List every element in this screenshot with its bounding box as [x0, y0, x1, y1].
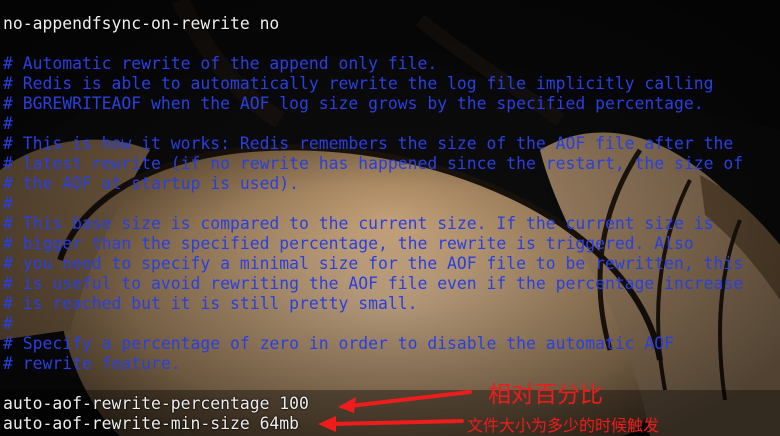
comment-line: # is reached but it is still pretty smal…: [3, 294, 418, 313]
comment-line: # the AOF at startup is used).: [3, 174, 300, 193]
comment-line: # BGREWRITEAOF when the AOF log size gro…: [3, 94, 704, 113]
comment-line: # This is how it works: Redis remembers …: [3, 134, 734, 153]
comment-line: # rewrite feature.: [3, 354, 181, 373]
comment-line: # Automatic rewrite of the append only f…: [3, 54, 438, 73]
comment-line: #: [3, 194, 13, 213]
comment-line: # This base size is compared to the curr…: [3, 214, 714, 233]
comment-line: # is useful to avoid rewriting the AOF f…: [3, 274, 744, 293]
terminal-output: no-appendfsync-on-rewrite no # Automatic …: [3, 14, 780, 434]
comment-line: # Redis is able to automatically rewrite…: [3, 74, 714, 93]
comment-line: # Specify a percentage of zero in order …: [3, 334, 675, 353]
percentage-annotation: 相对百分比: [488, 382, 603, 408]
comment-line: # bigger than the specified percentage, …: [3, 234, 694, 253]
comment-line: # latest rewrite (if no rewrite has happ…: [3, 154, 744, 173]
comment-line: #: [3, 114, 13, 133]
config-line: auto-aof-rewrite-percentage 100: [3, 394, 309, 413]
comment-line: #: [3, 314, 13, 333]
min-size-annotation: 文件大小为多少的时候触发: [467, 416, 660, 435]
config-line: no-appendfsync-on-rewrite no: [3, 14, 280, 33]
comment-line: # you need to specify a minimal size for…: [3, 254, 744, 273]
config-line: auto-aof-rewrite-min-size 64mb: [3, 414, 300, 433]
